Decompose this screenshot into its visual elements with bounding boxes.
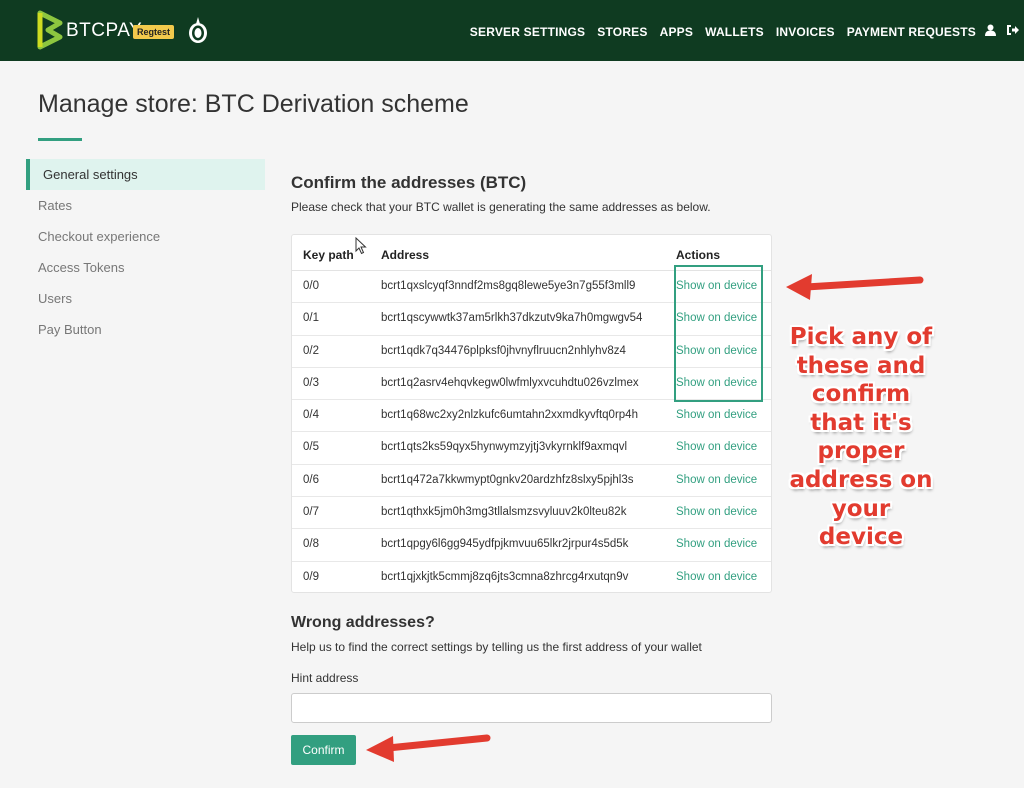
nav-apps[interactable]: APPS (660, 25, 693, 39)
main-nav: SERVER SETTINGS STORES APPS WALLETS INVO… (470, 25, 976, 39)
sidebar-item-users[interactable]: Users (26, 283, 265, 314)
annotation-arrow-confirm (366, 734, 491, 762)
wrong-addresses-heading: Wrong addresses? (291, 614, 435, 631)
annotation-line: device (818, 524, 904, 551)
key-path-cell: 0/3 (303, 376, 319, 389)
annotation-line: these and (796, 352, 926, 379)
key-path-cell: 0/0 (303, 280, 319, 292)
annotation-text: Pick any of these and confirm that it's prop… (786, 323, 936, 552)
mouse-cursor-icon (355, 237, 367, 255)
show-on-device-link[interactable]: Show on device (676, 409, 757, 421)
address-cell: bcrt1qthxk5jm0h3mg3tllalsmzsvyluuv2k0lte… (381, 506, 627, 519)
annotation-line: address on (789, 466, 933, 493)
key-path-cell: 0/5 (303, 441, 319, 454)
table-row: 0/4 bcrt1q68wc2xy2nlzkufc6umtahn2xxmdkyvf… (292, 400, 771, 433)
tor-onion-icon (189, 17, 207, 43)
sidebar-item-pay-button[interactable]: Pay Button (26, 314, 265, 345)
confirm-addresses-description: Please check that your BTC wallet is gen… (291, 200, 711, 214)
address-cell: bcrt1qts2ks59qyx5hynwymzyjtj3vkyrnklf9ax… (381, 441, 628, 454)
sidebar-item-access-tokens[interactable]: Access Tokens (26, 252, 265, 283)
column-header-actions: Actions (676, 248, 721, 262)
key-path-cell: 0/2 (303, 344, 319, 357)
address-cell: bcrt1qpgy6l6gg945ydfpjkmvuu65lkr2jrpur4s… (381, 538, 629, 551)
table-row: 0/5 bcrt1qts2ks59qyx5hynwymzyjtj3vkyrnklf… (292, 432, 771, 465)
annotation-line: proper (817, 438, 905, 465)
address-cell: bcrt1q68wc2xy2nlzkufc6umtahn2xxmdkyvftq0… (381, 409, 638, 422)
key-path-cell: 0/6 (303, 473, 319, 486)
address-cell: bcrt1qxslcyqf3nndf2ms8gq8lewe5ye3n7g55f3… (381, 280, 636, 292)
key-path-cell: 0/1 (303, 312, 319, 325)
show-on-device-link[interactable]: Show on device (676, 441, 757, 453)
nav-payment-requests[interactable]: PAYMENT REQUESTS (847, 25, 976, 39)
address-cell: bcrt1q472a7kkwmypt0gnkv20ardzhfz8slxy5pj… (381, 473, 634, 486)
show-on-device-link[interactable]: Show on device (676, 571, 757, 583)
annotation-arrow-right (786, 274, 924, 300)
key-path-cell: 0/8 (303, 538, 319, 551)
address-cell: bcrt1q2asrv4ehqvkegw0lwfmlyxvcuhdtu026vz… (381, 376, 639, 389)
show-on-device-link[interactable]: Show on device (676, 538, 757, 550)
wrong-addresses-description: Help us to find the correct settings by … (291, 640, 702, 654)
annotation-highlight-box (674, 265, 763, 402)
key-path-cell: 0/7 (303, 506, 319, 519)
annotation-line: that it's (810, 409, 912, 436)
sidebar-item-checkout-experience[interactable]: Checkout experience (26, 221, 265, 252)
column-header-key-path: Key path (303, 248, 354, 262)
brand-name: BTCPAY (66, 20, 143, 41)
sidebar-item-general-settings[interactable]: General settings (26, 159, 265, 190)
title-underline (38, 138, 82, 141)
page-title: Manage store: BTC Derivation scheme (38, 90, 469, 118)
annotation-line: Pick any of (789, 324, 933, 350)
show-on-device-link[interactable]: Show on device (676, 506, 757, 518)
nav-server-settings[interactable]: SERVER SETTINGS (470, 25, 585, 39)
user-icon[interactable] (985, 24, 996, 36)
key-path-cell: 0/4 (303, 409, 319, 422)
table-row: 0/8 bcrt1qpgy6l6gg945ydfpjkmvuu65lkr2jrpu… (292, 529, 771, 562)
nav-invoices[interactable]: INVOICES (776, 25, 835, 39)
show-on-device-link[interactable]: Show on device (676, 474, 757, 486)
logout-icon[interactable] (1006, 24, 1019, 36)
confirm-button[interactable]: Confirm (291, 735, 356, 765)
key-path-cell: 0/9 (303, 570, 319, 583)
address-cell: bcrt1qscywwtk37am5rlkh37dkzutv9ka7h0mgwg… (381, 312, 643, 325)
sidebar-item-rates[interactable]: Rates (26, 190, 265, 221)
hint-address-input[interactable] (291, 693, 772, 723)
address-cell: bcrt1qdk7q34476plpksf0jhvnyflruucn2nhlyh… (381, 344, 626, 357)
store-settings-sidebar: General settings Rates Checkout experien… (26, 159, 265, 345)
environment-badge: Regtest (133, 25, 175, 39)
nav-stores[interactable]: STORES (597, 25, 647, 39)
table-row: 0/9 bcrt1qjxkjtk5cmmj8zq6jts3cmna8zhrcg4r… (292, 562, 771, 594)
hint-address-label: Hint address (291, 671, 359, 685)
annotation-line: your (831, 495, 891, 522)
confirm-addresses-heading: Confirm the addresses (BTC) (291, 173, 527, 192)
table-row: 0/6 bcrt1q472a7kkwmypt0gnkv20ardzhfz8slxy… (292, 465, 771, 498)
top-navbar: BTCPAY Regtest SERVER SETTINGS STORES AP… (0, 0, 1024, 61)
annotation-line: confirm (811, 381, 911, 408)
nav-wallets[interactable]: WALLETS (705, 25, 764, 39)
address-cell: bcrt1qjxkjtk5cmmj8zq6jts3cmna8zhrcg4rxut… (381, 570, 629, 583)
column-header-address: Address (381, 248, 430, 262)
table-row: 0/7 bcrt1qthxk5jm0h3mg3tllalsmzsvyluuv2k0… (292, 497, 771, 530)
btcpay-logo-icon[interactable] (36, 10, 64, 50)
